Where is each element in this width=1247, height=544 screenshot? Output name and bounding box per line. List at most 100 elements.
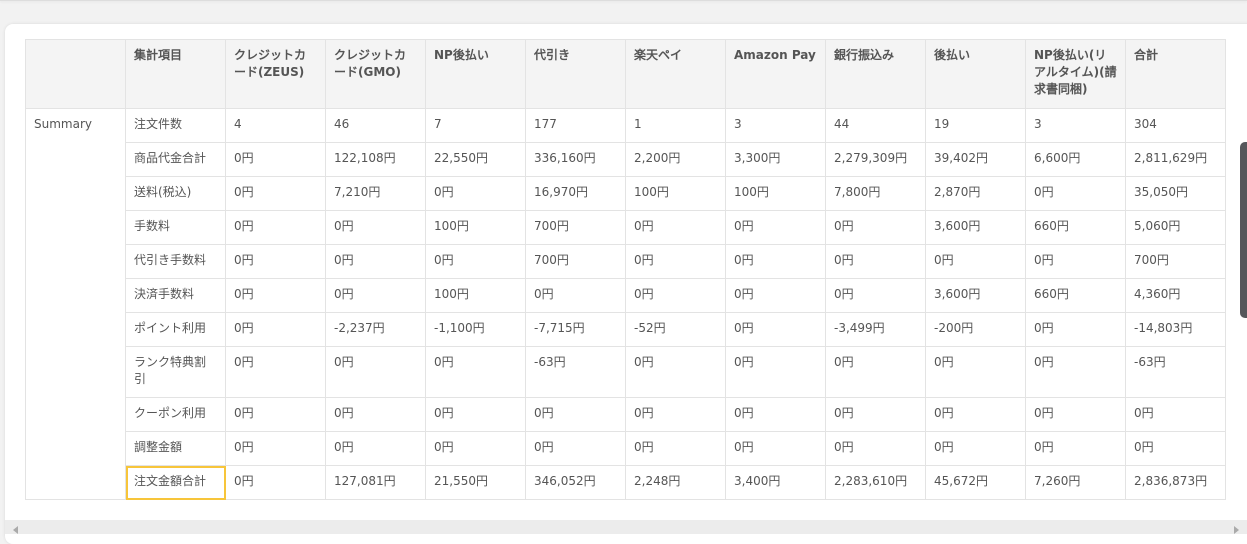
table-cell: 45,672円	[925, 465, 1026, 500]
table-cell: 0円	[425, 244, 526, 279]
column-header: 代引き	[525, 39, 626, 109]
group-label: Summary	[25, 108, 126, 500]
table-cell: 0円	[425, 431, 526, 466]
table-cell: 0円	[225, 312, 326, 347]
row-label: 商品代金合計	[125, 142, 226, 177]
table-cell: 0円	[325, 278, 426, 313]
table-cell: 346,052円	[525, 465, 626, 500]
table-cell: 0円	[725, 210, 826, 245]
table-cell: 46	[325, 108, 426, 143]
column-header: 集計項目	[125, 39, 226, 109]
table-cell: 0円	[825, 278, 926, 313]
table-cell: 0円	[925, 431, 1026, 466]
table-cell: 0円	[725, 397, 826, 432]
table-cell: 127,081円	[325, 465, 426, 500]
table-cell: 0円	[725, 312, 826, 347]
table-row: 注文金額合計 0円 127,081円 21,550円 346,052円 2,248円 3,4…	[26, 465, 1226, 500]
table-row: ポイント利用 0円 -2,237円 -1,100円 -7,715円 -52円 0円 -3,49…	[26, 312, 1226, 347]
table-cell: 660円	[1025, 210, 1126, 245]
row-label: 送料(税込)	[125, 176, 226, 211]
table-cell: 0円	[1025, 176, 1126, 211]
table-cell: 0円	[725, 346, 826, 398]
table-cell: -2,237円	[325, 312, 426, 347]
table-cell: 3	[1025, 108, 1126, 143]
row-label: 注文件数	[125, 108, 226, 143]
table-cell: 2,811,629円	[1125, 142, 1226, 177]
table-cell: 0円	[425, 176, 526, 211]
column-header: NP後払い(リアルタイム)(請求書同梱)	[1025, 39, 1126, 109]
table-cell: 0円	[325, 244, 426, 279]
column-header: クレジットカード(ZEUS)	[225, 39, 326, 109]
table-cell: 6,600円	[1025, 142, 1126, 177]
row-label: ランク特典割引	[125, 346, 226, 398]
table-cell: 0円	[425, 397, 526, 432]
table-cell: 0円	[1025, 244, 1126, 279]
table-cell: -7,715円	[525, 312, 626, 347]
row-label: クーポン利用	[125, 397, 226, 432]
table-cell: 660円	[1025, 278, 1126, 313]
table-cell: 4,360円	[1125, 278, 1226, 313]
table-row: 商品代金合計 0円 122,108円 22,550円 336,160円 2,200円 3,3…	[26, 142, 1226, 177]
table-row: 調整金額 0円 0円 0円 0円 0円 0円 0円 0円 0円 0円	[26, 431, 1226, 466]
table-cell: 39,402円	[925, 142, 1026, 177]
table-cell: 0円	[1025, 312, 1126, 347]
column-header: Amazon Pay	[725, 39, 826, 109]
table-cell: 0円	[525, 278, 626, 313]
table-cell: 0円	[1125, 397, 1226, 432]
table-cell: 0円	[725, 278, 826, 313]
table-cell: 7,260円	[1025, 465, 1126, 500]
column-header: 楽天ペイ	[625, 39, 726, 109]
table-cell: 0円	[225, 465, 326, 500]
table-cell: 22,550円	[425, 142, 526, 177]
table-cell: 0円	[225, 210, 326, 245]
column-header: NP後払い	[425, 39, 526, 109]
summary-table: 集計項目 クレジットカード(ZEUS) クレジットカード(GMO) NP後払い 代引き楽…	[25, 39, 1226, 500]
table-cell: 44	[825, 108, 926, 143]
table-cell: 19	[925, 108, 1026, 143]
table-row: 手数料 0円 0円 100円 700円 0円 0円 0円 3,600円 660円 5,060円	[26, 210, 1226, 245]
table-cell: 0円	[425, 346, 526, 398]
table-cell: 0円	[625, 210, 726, 245]
table-cell: 0円	[825, 431, 926, 466]
table-cell: 0円	[625, 431, 726, 466]
table-cell: 0円	[825, 210, 926, 245]
horizontal-scrollbar[interactable]	[5, 520, 1247, 534]
table-cell: 7,210円	[325, 176, 426, 211]
table-cell: 3,300円	[725, 142, 826, 177]
table-cell: 0円	[525, 431, 626, 466]
vertical-scrollbar-thumb[interactable]	[1240, 142, 1247, 318]
table-cell: -63円	[525, 346, 626, 398]
top-bar	[0, 0, 1247, 1]
table-header-row: 集計項目 クレジットカード(ZEUS) クレジットカード(GMO) NP後払い 代引き楽…	[25, 39, 1226, 109]
table-cell: 0円	[825, 346, 926, 398]
table-cell: 0円	[225, 142, 326, 177]
table-cell: 5,060円	[1125, 210, 1226, 245]
table-cell: 100円	[425, 210, 526, 245]
table-cell: 2,200円	[625, 142, 726, 177]
table-cell: 0円	[625, 346, 726, 398]
table-cell: 0円	[325, 431, 426, 466]
table-row: 送料(税込) 0円 7,210円 0円 16,970円 100円 100円 7,800円 2,8…	[26, 176, 1226, 211]
table-cell: 7,800円	[825, 176, 926, 211]
table-cell: 3,600円	[925, 278, 1026, 313]
scroll-left-icon[interactable]	[13, 526, 18, 534]
table-row: ランク特典割引 0円 0円 0円 -63円 0円 0円 0円 0円 0円 -63円	[26, 346, 1226, 398]
table-cell: 0円	[225, 431, 326, 466]
table-cell: 0円	[625, 244, 726, 279]
table-cell: 0円	[625, 397, 726, 432]
table-cell: 0円	[525, 397, 626, 432]
scroll-right-icon[interactable]	[1234, 526, 1239, 534]
table-cell: -200円	[925, 312, 1026, 347]
table-cell: 0円	[725, 431, 826, 466]
row-label: 調整金額	[125, 431, 226, 466]
column-header: クレジットカード(GMO)	[325, 39, 426, 109]
table-cell: 0円	[325, 346, 426, 398]
table-cell: 700円	[525, 244, 626, 279]
table-cell: 177	[525, 108, 626, 143]
table-cell: 35,050円	[1125, 176, 1226, 211]
table-cell: 0円	[925, 244, 1026, 279]
table-cell: 336,160円	[525, 142, 626, 177]
table-cell: -63円	[1125, 346, 1226, 398]
table-cell: 2,870円	[925, 176, 1026, 211]
table-cell: 100円	[425, 278, 526, 313]
